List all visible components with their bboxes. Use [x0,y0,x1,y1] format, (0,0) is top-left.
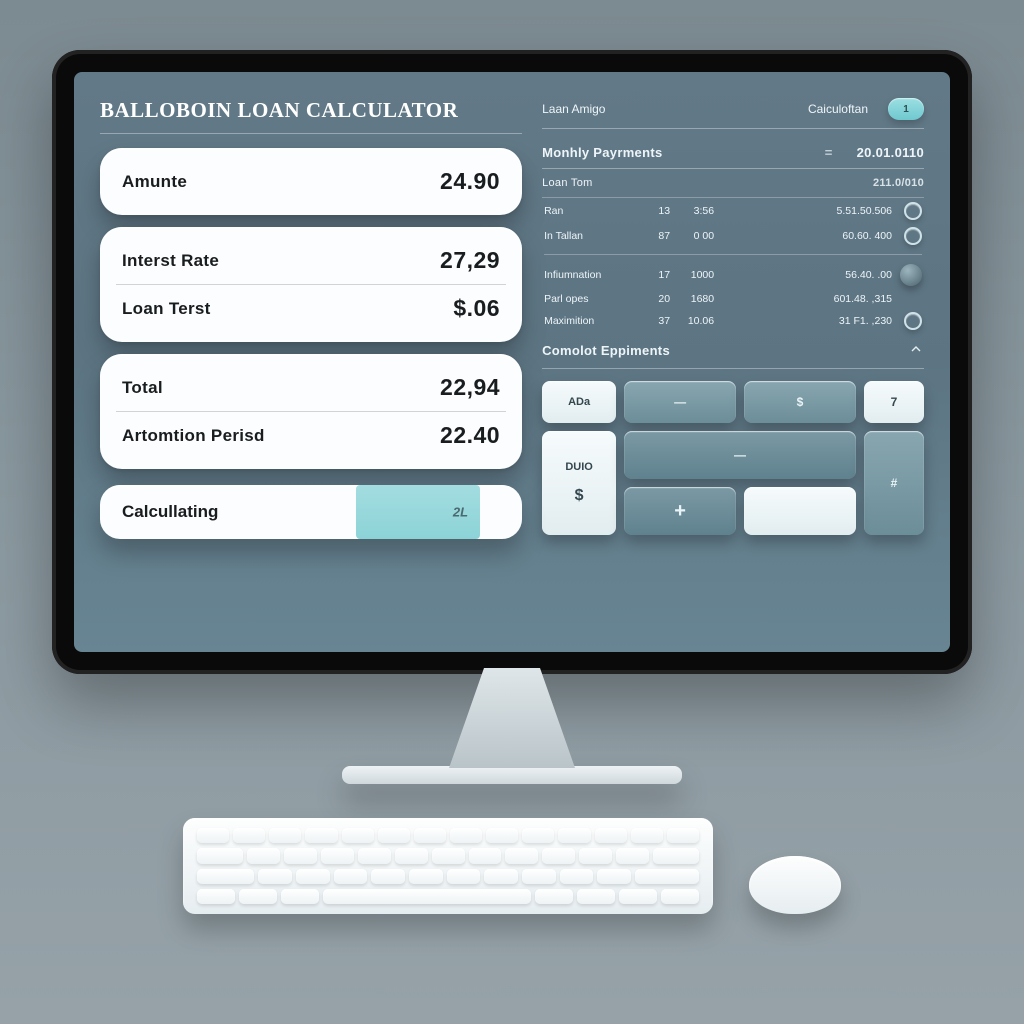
progress-label: Calcullating [100,502,218,522]
key-dash[interactable]: — [624,431,856,479]
row-label: Ran [542,198,636,223]
key-ada[interactable]: ADa [542,381,616,423]
row-c2: 1680 [672,289,716,308]
rate-label: Interst Rate [122,251,219,271]
key-duo-top: DUIO [565,461,593,473]
row-c1: 20 [636,289,672,308]
monthly-section-title: Monhly Payrments = 20.01.0110 [542,137,924,169]
rate-value: 27,29 [440,247,500,274]
keypad: ADa — $ 7 DUIO $ — # + [542,381,924,535]
monitor-base [342,766,682,784]
row-c3: 5.51.50.506 [716,198,894,223]
row-c1: 13 [636,198,672,223]
divider [116,284,506,285]
monitor-frame: BaLLOBOIN LOAN CaLCULATOR Amunte 24.90 I… [52,50,972,674]
row-label: Maximition [542,308,636,333]
key-dollar[interactable]: $ [744,381,856,423]
key-plus[interactable]: + [624,487,736,535]
term-value: $.06 [453,295,500,322]
radio-icon[interactable] [904,312,922,330]
total-value: 22,94 [440,374,500,401]
mouse [749,856,841,914]
equals-icon: = [825,145,833,160]
bottom-title-text: Comolot Eppiments [542,343,670,358]
table-row[interactable]: Parl opes 20 1680 601.48. ,315 [542,289,924,308]
table-row[interactable]: Maximition 37 10.06 31 F1. ,230 [542,308,924,333]
row-c3: 31 F1. ,230 [716,308,894,333]
row-c3: 601.48. ,315 [716,289,894,308]
row-label: Parl opes [542,289,636,308]
monthly-title-text: Monhly Payrments [542,145,662,160]
left-panel: BaLLOBOIN LOAN CaLCULATOR Amunte 24.90 I… [100,98,522,632]
chevron-up-icon [908,341,924,360]
right-header: Laan Amigo Caiculoftan 1 [542,98,924,129]
total-label: Total [122,378,163,398]
key-7[interactable]: 7 [864,381,924,423]
row-c2: 0 00 [672,223,716,248]
table-row[interactable]: Ran 13 3:56 5.51.50.506 [542,198,924,223]
row-label: Infiumnation [542,260,636,289]
row-label: In Tallan [542,223,636,248]
term-label: Loan Terst [122,299,211,319]
bottom-section-title[interactable]: Comolot Eppiments [542,333,924,369]
schedule-table: Ran 13 3:56 5.51.50.506 In Tallan 87 0 0… [542,198,924,333]
right-header-right: Caiculoftan [808,102,868,116]
loan-term-row: Loan Tom 211.0/010 [542,169,924,198]
total-amort-card[interactable]: Total 22,94 Artomtion Perisd 22.40 [100,354,522,469]
amount-card[interactable]: Amunte 24.90 [100,148,522,215]
keyboard [183,818,713,914]
radio-icon[interactable] [904,202,922,220]
row-c2: 1000 [672,260,716,289]
loan-term-label: Loan Tom [542,177,593,189]
loan-term-value: 211.0/010 [873,177,924,189]
row-c2: 3:56 [672,198,716,223]
row-c1: 87 [636,223,672,248]
key-duo-bottom: $ [575,487,584,505]
row-c3: 56.40. .00 [716,260,894,289]
header-pill-toggle[interactable]: 1 [888,98,924,120]
screen: BaLLOBOIN LOAN CaLCULATOR Amunte 24.90 I… [74,72,950,652]
progress-grip: 2L [453,505,468,520]
monitor-stand [442,668,582,768]
row-c1: 37 [636,308,672,333]
right-header-left: Laan Amigo [542,102,605,116]
key-duo[interactable]: DUIO $ [542,431,616,535]
amort-value: 22.40 [440,422,500,449]
key-minus[interactable]: — [624,381,736,423]
amount-label: Amunte [122,172,187,192]
peripherals [183,818,841,914]
row-c2: 10.06 [672,308,716,333]
divider [116,411,506,412]
amount-value: 24.90 [440,168,500,195]
key-blank[interactable] [744,487,856,535]
right-panel: Laan Amigo Caiculoftan 1 Monhly Payrment… [542,98,924,632]
app-title: BaLLOBOIN LOAN CaLCULATOR [100,98,522,134]
calculating-progress[interactable]: Calcullating 2L [100,485,522,539]
table-row[interactable]: Infiumnation 17 1000 56.40. .00 [542,260,924,289]
balloon-icon[interactable] [900,264,922,286]
row-c1: 17 [636,260,672,289]
row-c3: 60.60. 400 [716,223,894,248]
radio-icon[interactable] [904,227,922,245]
rate-term-card[interactable]: Interst Rate 27,29 Loan Terst $.06 [100,227,522,342]
amort-label: Artomtion Perisd [122,426,265,446]
monthly-aside: 20.01.0110 [857,145,924,160]
table-row[interactable]: In Tallan 87 0 00 60.60. 400 [542,223,924,248]
key-hash[interactable]: # [864,431,924,535]
